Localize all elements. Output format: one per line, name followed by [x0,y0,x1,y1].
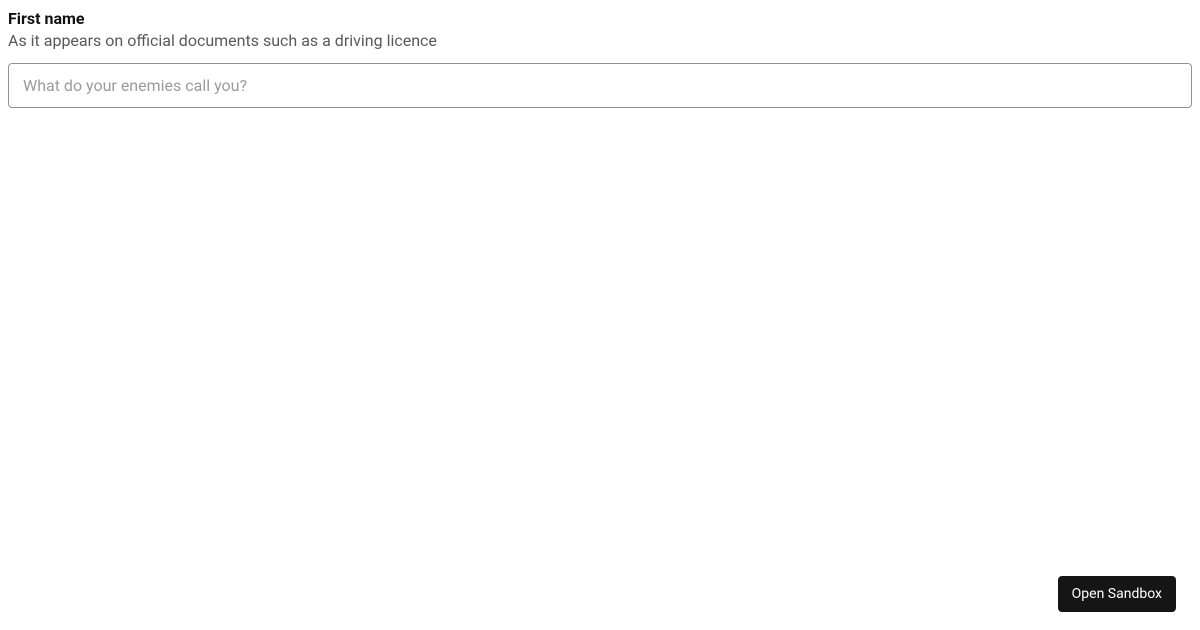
first-name-field-group: First name As it appears on official doc… [8,8,1192,108]
first-name-label: First name [8,8,1192,30]
first-name-input[interactable] [8,63,1192,108]
first-name-hint: As it appears on official documents such… [8,30,1192,52]
open-sandbox-button[interactable]: Open Sandbox [1058,576,1176,612]
